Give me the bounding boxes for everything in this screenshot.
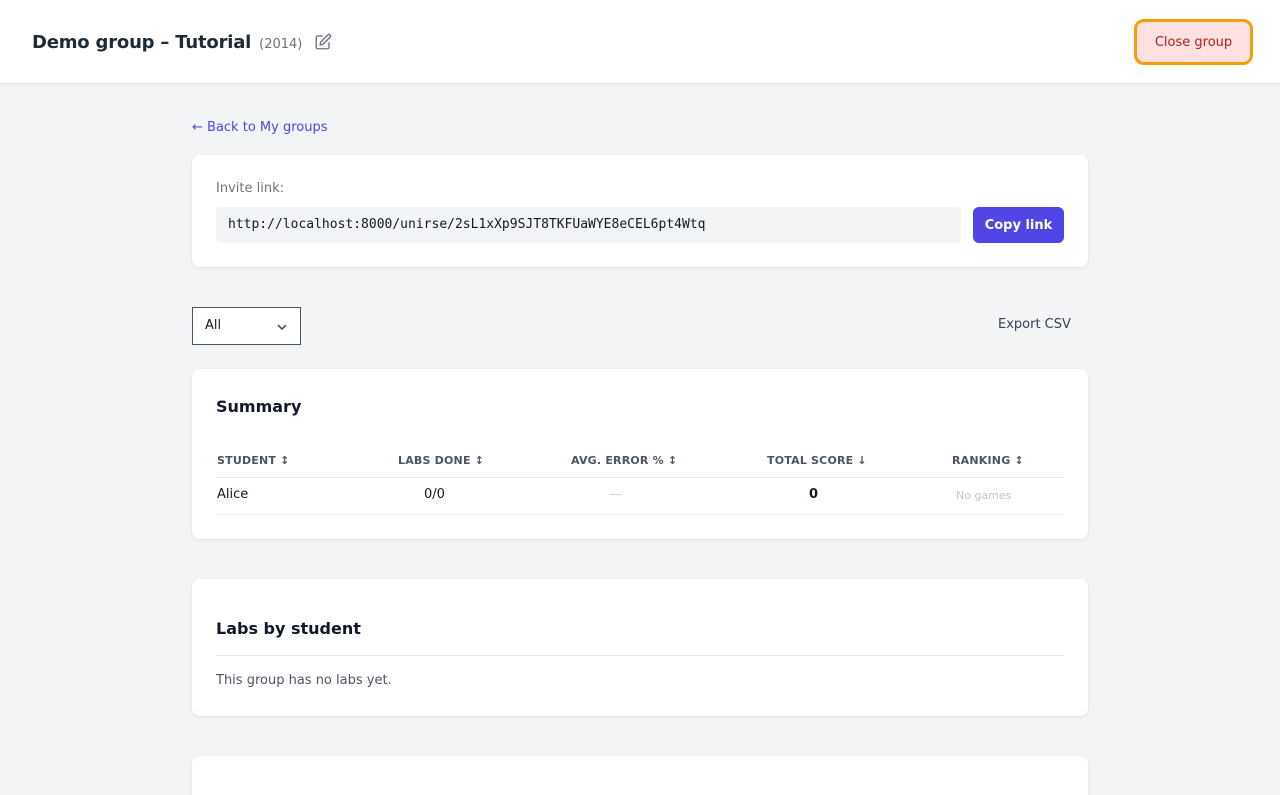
invite-link-field[interactable]: http://localhost:8000/unirse/2sL1xXp9SJT… xyxy=(216,207,961,243)
export-csv-button[interactable]: Export CSV xyxy=(998,317,1071,332)
edit-icon[interactable] xyxy=(314,33,332,51)
column-header-avg-error[interactable]: AVG. ERROR % ↕ xyxy=(571,454,677,467)
labs-empty-message: This group has no labs yet. xyxy=(216,673,392,688)
summary-card: Summary STUDENT ↕ LABS DONE ↕ AVG. ERROR… xyxy=(192,369,1088,539)
column-header-total-score[interactable]: TOTAL SCORE ↓ xyxy=(767,454,867,467)
next-card xyxy=(192,756,1088,795)
invite-label: Invite link: xyxy=(216,181,284,196)
filter-selected-value: All xyxy=(205,318,222,333)
cell-student: Alice xyxy=(217,487,249,502)
column-header-ranking[interactable]: RANKING ↕ xyxy=(952,454,1024,467)
close-group-button[interactable]: Close group xyxy=(1134,19,1253,65)
copy-link-button[interactable]: Copy link xyxy=(973,207,1064,243)
labs-divider xyxy=(216,655,1064,656)
invite-card: Invite link: http://localhost:8000/unirs… xyxy=(192,155,1088,267)
labs-by-student-card: Labs by student This group has no labs y… xyxy=(192,579,1088,716)
filter-select[interactable]: All xyxy=(192,307,301,345)
column-header-student[interactable]: STUDENT ↕ xyxy=(217,454,290,467)
cell-labs-done: 0/0 xyxy=(424,487,445,502)
back-to-groups-link[interactable]: ← Back to My groups xyxy=(192,120,327,135)
cell-avg-error: — xyxy=(609,487,622,502)
page-title: Demo group – Tutorial xyxy=(32,32,252,53)
top-bar: Demo group – Tutorial (2014) Close group xyxy=(0,0,1280,84)
chevron-down-icon xyxy=(277,324,287,330)
group-year: (2014) xyxy=(259,37,303,52)
summary-title: Summary xyxy=(216,397,302,416)
cell-ranking: No games xyxy=(956,489,1012,502)
cell-total-score: 0 xyxy=(809,487,819,502)
title-group: Demo group – Tutorial (2014) xyxy=(32,30,332,53)
column-header-labs-done[interactable]: LABS DONE ↕ xyxy=(398,454,484,467)
labs-title: Labs by student xyxy=(216,619,361,638)
row-divider xyxy=(216,514,1064,515)
header-divider xyxy=(216,477,1064,478)
